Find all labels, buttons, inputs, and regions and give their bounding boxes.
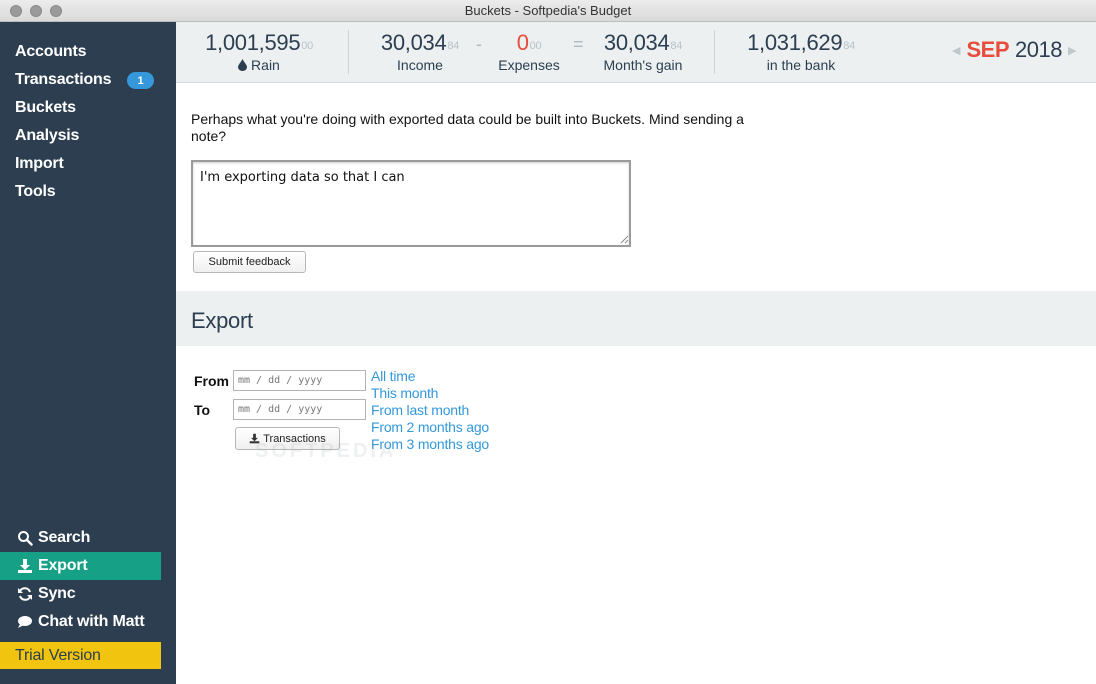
income-amount: 30,03484 — [380, 30, 460, 55]
sidebar-item-label: Transactions — [15, 71, 112, 88]
summary-header: 1,001,59500 Rain 30,03484 Income - 000 E… — [176, 22, 1096, 83]
month-gain-amount: 30,03484 — [603, 30, 683, 55]
export-section-header: Export — [176, 291, 1096, 346]
rain-amount: 1,001,59500 — [205, 30, 313, 55]
close-window-button[interactable] — [10, 5, 22, 17]
chat-icon — [18, 616, 32, 628]
trial-version-button[interactable]: Trial Version — [0, 642, 161, 669]
income-label: Income — [397, 57, 443, 73]
current-month: SEP — [966, 37, 1009, 62]
range-this-month-link[interactable]: This month — [371, 385, 489, 402]
header-divider — [348, 30, 349, 74]
zoom-window-button[interactable] — [50, 5, 62, 17]
sidebar-item-buckets[interactable]: Buckets — [0, 94, 176, 122]
header-divider — [714, 30, 715, 74]
sidebar-item-label: Search — [38, 529, 91, 546]
from-label: From — [194, 373, 229, 389]
transactions-count-badge: 1 — [127, 72, 154, 89]
to-date-input[interactable]: mm / dd / yyyy — [233, 399, 366, 420]
window-controls — [10, 5, 62, 17]
bank-amount: 1,031,62984 — [747, 30, 855, 55]
resize-handle-icon[interactable] — [619, 234, 629, 244]
submit-feedback-button[interactable]: Submit feedback — [193, 251, 306, 273]
drop-icon — [238, 59, 248, 71]
to-label: To — [194, 402, 211, 418]
expenses-amount: 000 — [516, 30, 542, 55]
sidebar-item-label: Import — [15, 155, 64, 172]
range-2-months-link[interactable]: From 2 months ago — [371, 419, 489, 436]
month-gain-stat: 30,03484 Month's gain — [594, 30, 692, 73]
sidebar-item-export[interactable]: Export — [0, 552, 161, 580]
feedback-message: Perhaps what you're doing with exported … — [191, 111, 744, 144]
sidebar-item-analysis[interactable]: Analysis — [0, 122, 176, 150]
expenses-label: Expenses — [498, 57, 560, 73]
sync-icon — [18, 587, 32, 601]
next-month-icon[interactable]: ▶ — [1068, 44, 1076, 57]
feedback-textarea[interactable] — [191, 160, 631, 247]
rain-stat: 1,001,59500 Rain — [204, 30, 314, 73]
expenses-stat: 000 Expenses — [492, 30, 566, 73]
rain-label: Rain — [204, 57, 314, 73]
sidebar-item-label: Analysis — [15, 127, 80, 144]
sidebar-item-accounts[interactable]: Accounts — [0, 38, 176, 66]
window-titlebar: Buckets - Softpedia's Budget — [0, 0, 1096, 22]
sidebar-item-sync[interactable]: Sync — [0, 580, 176, 608]
sidebar-item-label: Tools — [15, 183, 56, 200]
sidebar-bottom-nav: Search Export Sync Chat with Matt — [0, 524, 176, 636]
sidebar-item-label: Export — [38, 557, 88, 574]
sidebar-item-transactions[interactable]: Transactions 1 — [0, 66, 176, 94]
current-year: 2018 — [1015, 37, 1062, 62]
sidebar-nav: Accounts Transactions 1 Buckets Analysis… — [0, 38, 176, 206]
sidebar-item-label: Accounts — [15, 43, 87, 60]
sidebar-item-chat[interactable]: Chat with Matt — [0, 608, 176, 636]
minimize-window-button[interactable] — [30, 5, 42, 17]
range-all-time-link[interactable]: All time — [371, 368, 489, 385]
sidebar-item-import[interactable]: Import — [0, 150, 176, 178]
export-title: Export — [191, 308, 253, 333]
range-last-month-link[interactable]: From last month — [371, 402, 489, 419]
sidebar-item-label: Chat with Matt — [38, 613, 145, 630]
watermark: SOFTPEDIA — [255, 440, 397, 462]
sidebar-item-tools[interactable]: Tools — [0, 178, 176, 206]
sidebar-item-search[interactable]: Search — [0, 524, 176, 552]
sidebar-item-label: Buckets — [15, 99, 76, 116]
download-icon — [18, 559, 32, 573]
equals-sign: = — [573, 34, 584, 54]
sidebar: Accounts Transactions 1 Buckets Analysis… — [0, 22, 176, 684]
search-icon — [18, 531, 33, 546]
month-gain-label: Month's gain — [603, 57, 683, 73]
bank-stat: 1,031,62984 in the bank — [742, 30, 860, 73]
prev-month-icon[interactable]: ◀ — [952, 44, 960, 57]
window-title: Buckets - Softpedia's Budget — [464, 3, 632, 18]
minus-sign: - — [476, 34, 482, 54]
from-date-input[interactable]: mm / dd / yyyy — [233, 370, 366, 391]
sidebar-item-label: Sync — [38, 585, 76, 602]
bank-label: in the bank — [766, 57, 836, 73]
income-stat: 30,03484 Income — [374, 30, 466, 73]
month-selector: ◀ SEP 2018 ▶ — [952, 37, 1076, 63]
